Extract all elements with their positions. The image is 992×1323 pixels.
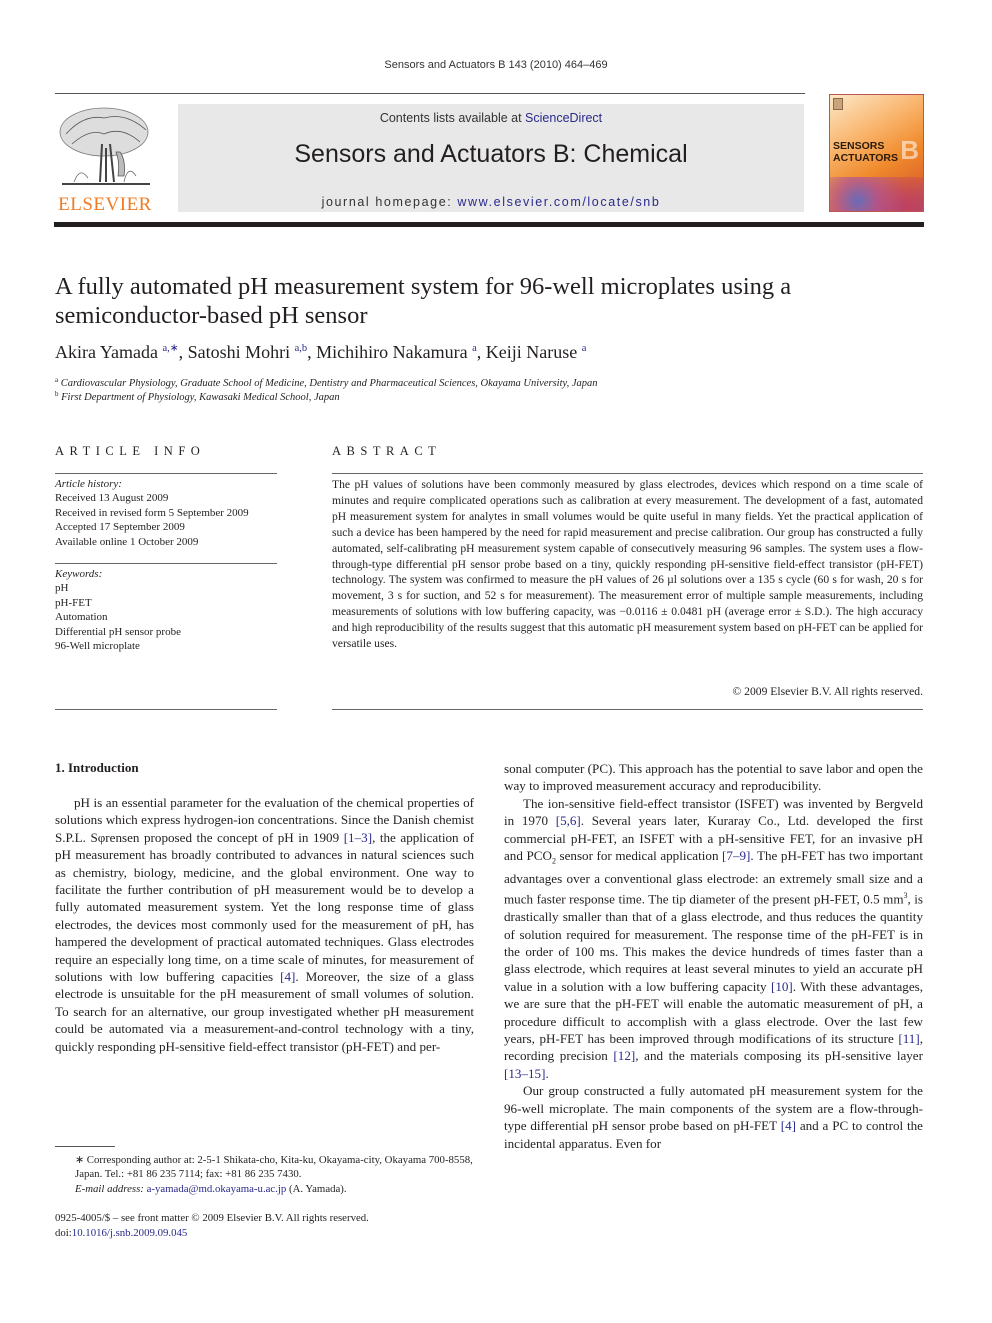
author-name[interactable]: Michihiro Nakamura bbox=[316, 342, 467, 362]
divider bbox=[332, 709, 923, 710]
body-column-left: pH is an essential parameter for the eva… bbox=[55, 794, 474, 1055]
article-info-heading: ARTICLE INFO bbox=[55, 444, 206, 458]
paragraph: The ion-sensitive field-effect transisto… bbox=[504, 795, 924, 1081]
divider bbox=[332, 473, 923, 474]
doi-line: doi:10.1016/j.snb.2009.09.045 bbox=[55, 1226, 475, 1241]
email-label: E-mail address: bbox=[75, 1182, 147, 1195]
author-separator: , bbox=[307, 342, 317, 362]
reference-link[interactable]: [5,6] bbox=[556, 813, 581, 828]
affiliation-text: Cardiovascular Physiology, Graduate Scho… bbox=[60, 378, 598, 389]
affiliation-b: b First Department of Physiology, Kawasa… bbox=[55, 390, 340, 403]
keyword-item: 96-Well microplate bbox=[55, 640, 140, 653]
reference-link[interactable]: [10] bbox=[771, 979, 793, 994]
cover-title: SENSORS ACTUATORS bbox=[833, 140, 898, 164]
front-matter: 0925-4005/$ – see front matter © 2009 El… bbox=[55, 1211, 475, 1240]
author-affil-marker[interactable]: a,b bbox=[295, 343, 308, 354]
affiliation-text: First Department of Physiology, Kawasaki… bbox=[61, 392, 340, 403]
header-top-rule bbox=[55, 93, 805, 94]
section-heading-introduction: 1. Introduction bbox=[55, 760, 139, 775]
paragraph: sonal computer (PC). This approach has t… bbox=[504, 761, 923, 794]
keywords-label: Keywords: bbox=[55, 568, 103, 580]
contents-prefix: Contents lists available at bbox=[379, 111, 526, 125]
abstract-body: The pH values of solutions have been com… bbox=[332, 478, 923, 651]
history-item: Accepted 17 September 2009 bbox=[55, 521, 185, 534]
author-affil-marker[interactable]: a,∗ bbox=[162, 343, 178, 354]
cover-title-line2: ACTUATORS bbox=[833, 152, 898, 164]
header-thick-rule bbox=[54, 222, 924, 227]
author-separator: , bbox=[476, 342, 486, 362]
reference-link[interactable]: [11] bbox=[898, 1031, 919, 1046]
divider bbox=[55, 473, 277, 474]
history-item: Received in revised form 5 September 200… bbox=[55, 506, 249, 519]
author-name[interactable]: Akira Yamada bbox=[55, 342, 158, 362]
superscript: 3 bbox=[903, 891, 908, 901]
homepage-prefix: journal homepage: bbox=[321, 195, 458, 209]
cover-publisher-icon bbox=[833, 98, 843, 110]
cover-letter: B bbox=[900, 135, 919, 165]
journal-banner: Contents lists available at ScienceDirec… bbox=[178, 104, 804, 212]
history-item: Received 13 August 2009 bbox=[55, 492, 169, 505]
subscript: 2 bbox=[551, 856, 556, 866]
email-line: E-mail address: a-yamada@md.okayama-u.ac… bbox=[55, 1182, 475, 1196]
author-name[interactable]: Keiji Naruse bbox=[486, 342, 577, 362]
divider bbox=[55, 563, 277, 564]
affiliation-a: a Cardiovascular Physiology, Graduate Sc… bbox=[55, 376, 598, 389]
journal-name: Sensors and Actuators B: Chemical bbox=[294, 140, 688, 168]
author-separator: , bbox=[178, 342, 188, 362]
reference-link[interactable]: [1–3] bbox=[344, 830, 372, 845]
journal-citation: Sensors and Actuators B 143 (2010) 464–4… bbox=[384, 59, 608, 71]
cover-artwork bbox=[830, 177, 923, 211]
elsevier-logo[interactable]: ELSEVIER bbox=[54, 104, 156, 216]
paragraph: Our group constructed a fully automated … bbox=[504, 1083, 923, 1151]
journal-cover-thumbnail[interactable]: B SENSORS ACTUATORS bbox=[829, 94, 924, 212]
article-title: A fully automated pH measurement system … bbox=[55, 273, 792, 329]
keyword-item: pH-FET bbox=[55, 596, 92, 609]
corresponding-author-note: ∗ Corresponding author at: 2-5-1 Shikata… bbox=[75, 1154, 473, 1181]
issn-line: 0925-4005/$ – see front matter © 2009 El… bbox=[55, 1212, 369, 1224]
affiliation-key: b bbox=[55, 390, 59, 398]
article-history: Article history: Received 13 August 2009… bbox=[55, 477, 280, 549]
footnote-rule bbox=[55, 1146, 115, 1147]
history-item: Available online 1 October 2009 bbox=[55, 535, 199, 548]
reference-link[interactable]: [4] bbox=[781, 1118, 796, 1133]
journal-homepage-link[interactable]: www.elsevier.com/locate/snb bbox=[457, 195, 660, 209]
reference-link[interactable]: [12] bbox=[613, 1048, 635, 1063]
article-history-label: Article history: bbox=[55, 478, 122, 490]
contents-line: Contents lists available at ScienceDirec… bbox=[178, 111, 804, 125]
abstract-heading: ABSTRACT bbox=[332, 444, 442, 458]
abstract-copyright: © 2009 Elsevier B.V. All rights reserved… bbox=[732, 685, 923, 698]
keyword-item: pH bbox=[55, 582, 69, 595]
author-affil-marker[interactable]: a bbox=[582, 343, 587, 354]
email-suffix: (A. Yamada). bbox=[286, 1182, 347, 1195]
paragraph: pH is an essential parameter for the eva… bbox=[55, 795, 474, 1054]
sciencedirect-link[interactable]: ScienceDirect bbox=[525, 111, 602, 125]
email-link[interactable]: a-yamada@md.okayama-u.ac.jp bbox=[147, 1183, 287, 1195]
reference-link[interactable]: [7–9] bbox=[722, 848, 750, 863]
body-column-right: sonal computer (PC). This approach has t… bbox=[504, 760, 923, 1152]
footnote: ∗ Corresponding author at: 2-5-1 Shikata… bbox=[55, 1153, 475, 1196]
reference-link[interactable]: [13–15] bbox=[504, 1066, 545, 1081]
keyword-item: Automation bbox=[55, 611, 108, 624]
doi-label: doi: bbox=[55, 1226, 72, 1239]
affiliation-key: a bbox=[55, 376, 59, 384]
divider bbox=[55, 709, 277, 710]
elsevier-wordmark: ELSEVIER bbox=[58, 194, 152, 215]
author-list: Akira Yamada a,∗, Satoshi Mohri a,b, Mic… bbox=[55, 342, 586, 363]
doi-link[interactable]: 10.1016/j.snb.2009.09.045 bbox=[72, 1227, 187, 1239]
journal-homepage-line: journal homepage: www.elsevier.com/locat… bbox=[178, 195, 804, 209]
author-name[interactable]: Satoshi Mohri bbox=[188, 342, 291, 362]
keyword-item: Differential pH sensor probe bbox=[55, 625, 181, 638]
keywords: Keywords: pH pH-FET Automation Different… bbox=[55, 567, 280, 653]
reference-link[interactable]: [4] bbox=[280, 969, 295, 984]
cover-title-line1: SENSORS bbox=[833, 140, 885, 152]
elsevier-tree-icon bbox=[59, 107, 150, 185]
